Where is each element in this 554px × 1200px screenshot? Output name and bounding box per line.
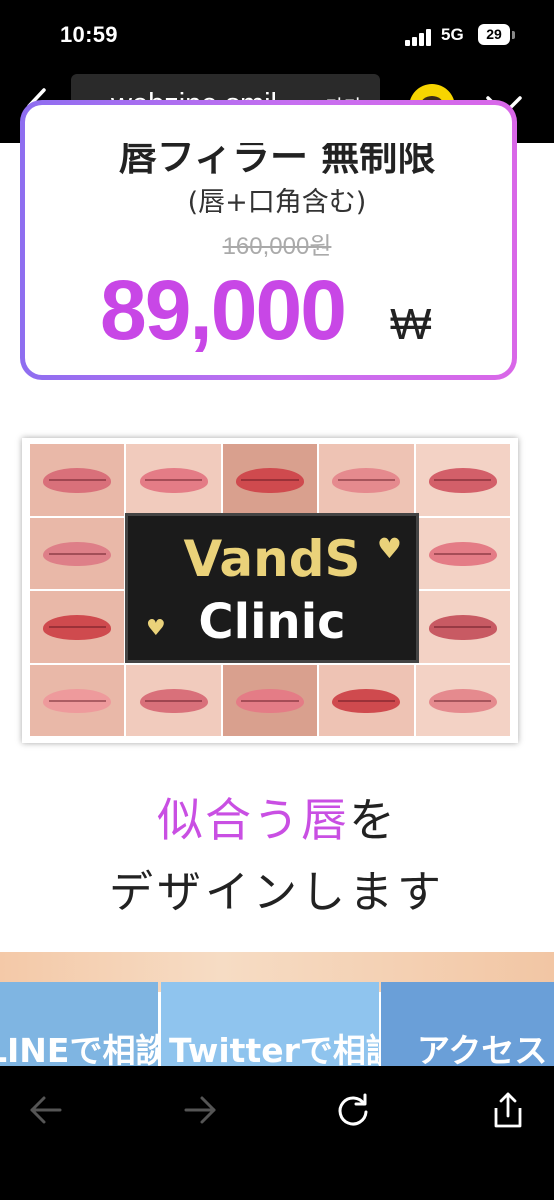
lip-photo-tile — [415, 664, 510, 736]
reload-icon[interactable] — [333, 1090, 373, 1130]
network-type: 5G — [441, 25, 464, 44]
currency-symbol: ₩ — [390, 300, 432, 349]
lip-shape — [428, 468, 497, 493]
lip-shape — [236, 688, 304, 714]
tagline-highlight: 似合う唇 — [157, 793, 349, 847]
arrow-left-icon[interactable] — [26, 1090, 66, 1130]
lip-photo-tile — [126, 664, 221, 736]
lip-collage-image: VandS ♥ ♥ Clinic — [22, 438, 518, 743]
sale-price: 89,000 — [100, 263, 347, 357]
share-icon[interactable] — [488, 1090, 528, 1130]
access-label: アクセス — [417, 1031, 548, 1068]
lip-photo-tile — [319, 664, 414, 736]
cta-bar: LINEで相談 Twitterで相談 アクセス — [0, 982, 554, 1068]
tagline-line-2: デザインします — [109, 867, 445, 918]
lip-shape — [43, 468, 112, 493]
twitter-consult-label: Twitterで相談 — [169, 1031, 379, 1068]
tagline-rest: を — [349, 793, 397, 847]
lip-shape — [139, 468, 208, 493]
browser-bottom-bar — [0, 1066, 554, 1200]
lip-photo-tile — [415, 517, 510, 589]
card-subtitle: (唇+口角含む) — [187, 187, 367, 218]
lip-photo-tile — [222, 664, 318, 736]
lip-shape — [428, 688, 497, 714]
lip-shape — [332, 468, 401, 493]
lip-shape — [43, 541, 112, 567]
lip-shape — [139, 688, 208, 714]
lip-photo-tile — [126, 444, 221, 516]
lip-shape — [236, 468, 304, 493]
lip-shape — [332, 688, 401, 714]
status-time: 10:59 — [60, 22, 118, 47]
logo-line-2: Clinic — [198, 594, 346, 650]
original-price: 160,000원 — [222, 233, 332, 260]
lip-shape — [428, 541, 497, 567]
lip-shape — [43, 688, 112, 714]
lip-shape — [43, 615, 112, 640]
lip-photo-tile — [30, 517, 125, 589]
lip-photo-tile — [415, 444, 510, 516]
lip-photo-tile — [319, 444, 414, 516]
lip-photo-tile — [30, 591, 125, 663]
access-button[interactable]: アクセス — [381, 982, 554, 1068]
signal-icon — [405, 28, 435, 46]
lip-photo-tile — [30, 664, 125, 736]
lip-photo-tile — [222, 444, 318, 516]
battery-icon: 29 — [478, 24, 510, 45]
battery-tip — [512, 31, 515, 39]
lip-photo-tile — [30, 444, 125, 516]
logo-line-1: VandS — [183, 530, 361, 588]
twitter-consult-button[interactable]: Twitterで相談 — [161, 982, 379, 1068]
clinic-logo: VandS ♥ ♥ Clinic — [125, 513, 419, 663]
heart-icon: ♥ — [376, 532, 402, 565]
lip-photo-tile — [415, 591, 510, 663]
line-consult-label: LINEで相談 — [0, 1031, 158, 1068]
lip-shape — [428, 615, 497, 640]
arrow-right-icon[interactable] — [180, 1090, 220, 1130]
line-consult-button[interactable]: LINEで相談 — [0, 982, 158, 1068]
tagline-line-1: 似合う唇を — [0, 784, 554, 850]
